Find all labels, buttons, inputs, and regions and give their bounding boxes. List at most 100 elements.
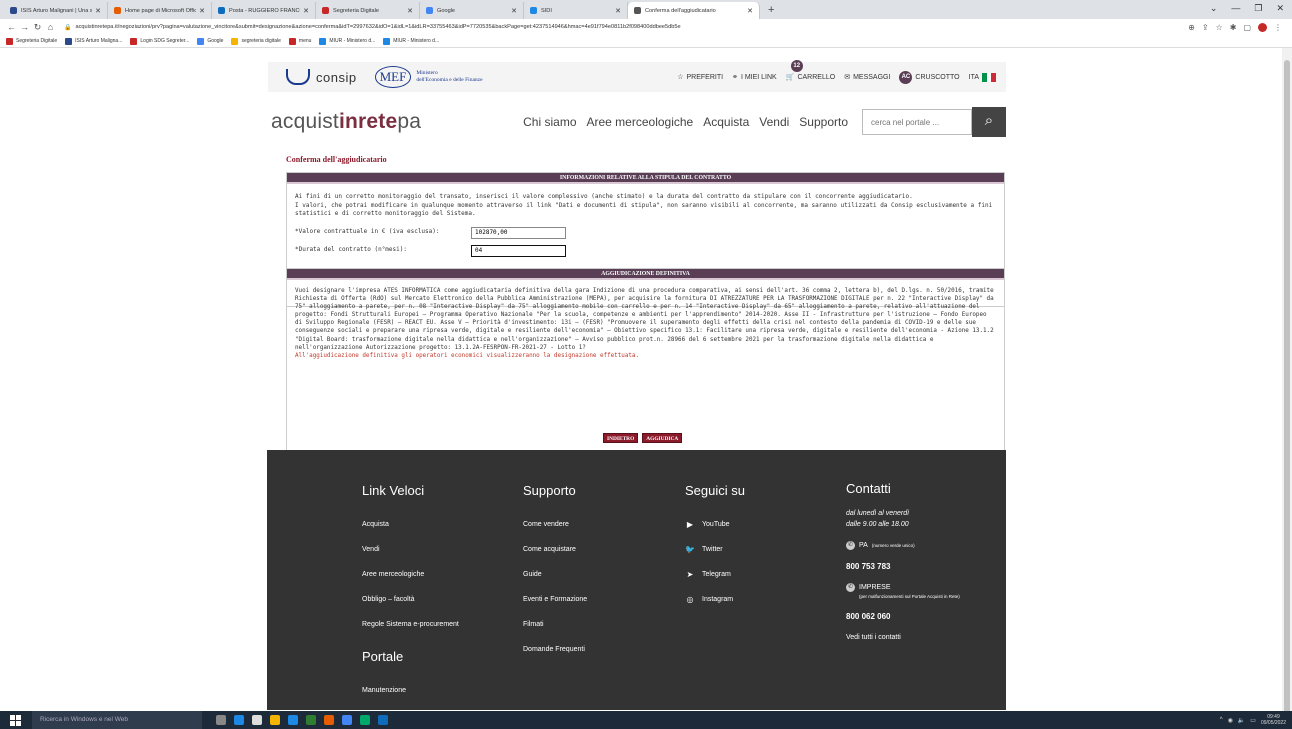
bookmark-item[interactable]: segreteria digitale	[231, 37, 281, 45]
taskbar-app-icon[interactable]	[306, 715, 316, 725]
start-button[interactable]	[8, 713, 22, 727]
bookmark-star-icon[interactable]: ☆	[1216, 23, 1223, 32]
footer-link[interactable]: Manutenzione	[362, 678, 459, 703]
bookmark-item[interactable]: Login SDG Segreter...	[130, 37, 189, 45]
all-contacts-link[interactable]: Vedi tutti i contatti	[846, 632, 979, 643]
tab-close-icon[interactable]: ✕	[95, 7, 101, 15]
browser-tab[interactable]: Segreteria Digitale ✕	[316, 2, 420, 19]
nav-item[interactable]: Aree merceologiche	[587, 115, 694, 129]
browser-tab[interactable]: Conferma dell'aggiudicatario ✕	[628, 2, 760, 19]
forward-icon[interactable]: →	[19, 22, 30, 32]
valore-contrattuale-input[interactable]	[471, 226, 566, 239]
miei-link-link[interactable]: ⚭ I MIEI LINK	[732, 73, 777, 82]
cruscotto-link[interactable]: AC CRUSCOTTO	[899, 70, 960, 84]
footer-link[interactable]: ◎ Instagram	[685, 587, 745, 612]
nav-item[interactable]: Supporto	[799, 115, 848, 129]
share-icon[interactable]: ⇪	[1202, 23, 1209, 32]
taskbar-app-icon[interactable]	[216, 715, 226, 725]
preferiti-link[interactable]: ☆ PREFERITI	[677, 73, 723, 82]
reload-icon[interactable]: ↻	[32, 22, 43, 33]
acquistinretepa-logo[interactable]: acquistinretepa	[271, 110, 421, 134]
tab-close-icon[interactable]: ✕	[615, 7, 621, 15]
tray-keyboard-icon[interactable]: ▭	[1250, 717, 1256, 724]
taskbar-app-icon[interactable]	[342, 715, 352, 725]
menu-icon[interactable]: ⋮	[1274, 23, 1282, 32]
carrello-link[interactable]: 12 🛒 CARRELLO	[786, 60, 836, 81]
tray-volume-icon[interactable]: 🔈	[1238, 717, 1245, 724]
footer-link[interactable]: Filmati	[523, 612, 587, 637]
aggiudica-button[interactable]: AGGIUDICA	[642, 433, 683, 443]
back-icon[interactable]: ←	[6, 22, 17, 32]
nav-item[interactable]: Vendi	[759, 115, 789, 129]
footer-link[interactable]: ➤ Telegram	[685, 562, 745, 587]
footer-link[interactable]: Come vendere	[523, 512, 587, 537]
nav-item[interactable]: Chi siamo	[523, 115, 576, 129]
mef-logo[interactable]: MEF Ministero dell'Economia e delle Fina…	[374, 66, 483, 88]
pa-phone-number[interactable]: 800 753 783	[846, 561, 979, 572]
taskbar-app-icon[interactable]	[234, 715, 244, 725]
tab-close-icon[interactable]: ✕	[407, 7, 413, 15]
taskbar-search[interactable]: Ricerca in Windows e nel Web	[32, 711, 202, 729]
taskbar-app-icon[interactable]	[270, 715, 280, 725]
indietro-button[interactable]: INDIETRO	[603, 433, 639, 443]
profile-avatar[interactable]	[1258, 22, 1267, 32]
bookmark-item[interactable]: ISIS Arturo Maligna...	[65, 37, 122, 45]
footer-link[interactable]: Aree merceologiche	[362, 562, 459, 587]
tab-close-icon[interactable]: ✕	[303, 7, 309, 15]
carrello-label: CARRELLO	[797, 73, 836, 81]
browser-tab[interactable]: Home page di Microsoft Office ✕	[108, 2, 212, 19]
taskbar-app-icon[interactable]	[360, 715, 370, 725]
home-icon[interactable]: ⌂	[45, 22, 56, 32]
clock[interactable]: 09:49 09/05/2022	[1261, 714, 1286, 726]
taskbar-app-icon[interactable]	[324, 715, 334, 725]
url-field[interactable]: 🔒 acquistinretepa.it/negoziazioni/prv?pa…	[64, 21, 1188, 33]
footer-link[interactable]: Guide	[523, 562, 587, 587]
taskbar-apps	[216, 715, 388, 725]
bookmark-item[interactable]: MIUR - Ministero d...	[383, 37, 439, 45]
consip-logo[interactable]: consip	[286, 69, 357, 85]
browser-tab[interactable]: ISIS Arturo Malignani | Una scuo✕	[4, 2, 108, 19]
messaggi-link[interactable]: ✉ MESSAGGI	[844, 73, 890, 82]
taskbar-app-icon[interactable]	[378, 715, 388, 725]
search-input[interactable]	[862, 109, 972, 135]
imprese-phone-number[interactable]: 800 062 060	[846, 611, 979, 622]
footer-link[interactable]: Regole Sistema e-procurement	[362, 612, 459, 637]
close-window-button[interactable]: ✕	[1276, 3, 1284, 14]
taskbar-app-icon[interactable]	[252, 715, 262, 725]
new-tab-button[interactable]: +	[760, 2, 782, 19]
tray-network-icon[interactable]: ◉	[1228, 717, 1233, 724]
tray-chevron-icon[interactable]: ^	[1220, 717, 1223, 723]
tab-close-icon[interactable]: ✕	[747, 7, 753, 15]
footer-link[interactable]: Eventi e Formazione	[523, 587, 587, 612]
bookmark-item[interactable]: Google	[197, 37, 223, 45]
bookmark-item[interactable]: MIUR - Ministero d...	[319, 37, 375, 45]
scrollbar-thumb[interactable]	[1284, 60, 1290, 714]
footer-link[interactable]: ▶ YouTube	[685, 512, 745, 537]
browser-tab[interactable]: Google ✕	[420, 2, 524, 19]
tab-search-icon[interactable]: ⌄	[1210, 3, 1218, 14]
minimize-button[interactable]: —	[1231, 3, 1240, 14]
zoom-icon[interactable]: ⊕	[1188, 23, 1195, 32]
tab-close-icon[interactable]: ✕	[511, 7, 517, 15]
footer-link[interactable]: Domande Frequenti	[523, 637, 587, 662]
footer-link[interactable]: Obbligo – facoltà	[362, 587, 459, 612]
tab-close-icon[interactable]: ✕	[199, 7, 205, 15]
taskbar-app-icon[interactable]	[288, 715, 298, 725]
search-button[interactable]: ⌕	[972, 107, 1006, 137]
side-panel-icon[interactable]: ▢	[1243, 23, 1251, 32]
bookmark-item[interactable]: menu	[288, 37, 311, 45]
footer-link[interactable]: Come acquistare	[523, 537, 587, 562]
lock-icon[interactable]: 🔒	[64, 24, 71, 31]
browser-tab[interactable]: SIDI ✕	[524, 2, 628, 19]
browser-tab[interactable]: Posta - RUGGIERO FRANCO - O✕	[212, 2, 316, 19]
extensions-icon[interactable]: ✱	[1230, 23, 1237, 32]
footer-link[interactable]: Vendi	[362, 537, 459, 562]
nav-item[interactable]: Acquista	[703, 115, 749, 129]
footer-link[interactable]: Acquista	[362, 512, 459, 537]
page-scrollbar[interactable]	[1282, 48, 1292, 714]
durata-contratto-input[interactable]	[471, 244, 566, 257]
maximize-button[interactable]: ❐	[1254, 3, 1262, 14]
footer-link[interactable]: 🐦 Twitter	[685, 537, 745, 562]
language-selector[interactable]: ITA	[969, 72, 997, 82]
bookmark-item[interactable]: Segreteria Digitale	[6, 37, 57, 45]
